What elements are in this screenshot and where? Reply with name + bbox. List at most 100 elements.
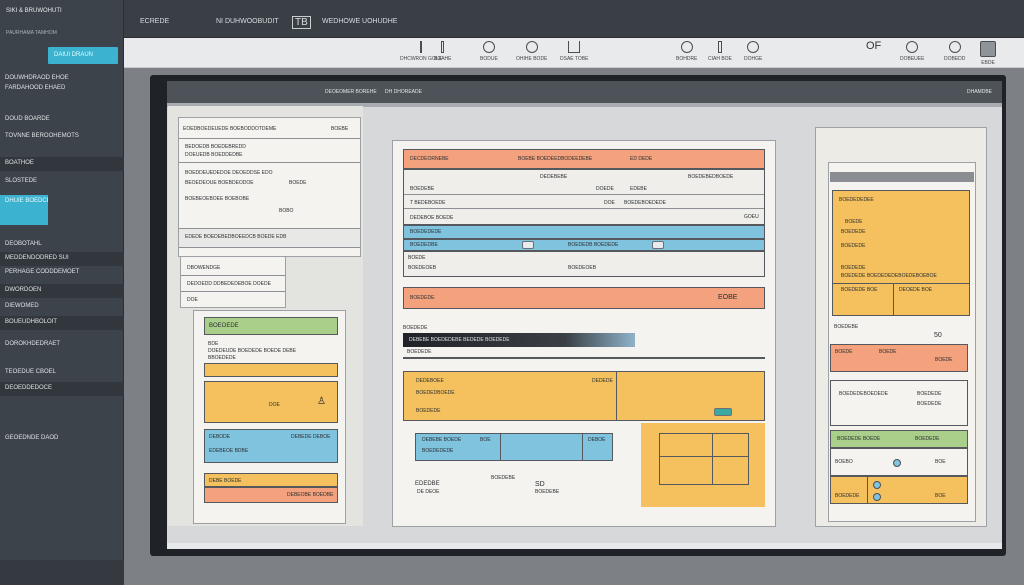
center-doc-blue-table: DEBEBE BOEDE BOE DEBOE BOEDEDEDE <box>415 433 613 461</box>
center-doc-y4: BOEDEDE <box>416 408 441 414</box>
left-card-l3: BBOEDEDE <box>208 355 236 361</box>
left-card-amount: DOE <box>269 402 280 408</box>
sidebar-item[interactable]: DEOEDDEDOCE <box>0 382 124 396</box>
center-doc-yellow-box <box>659 433 749 485</box>
right-doc-yy1: BOEDEDE <box>835 493 860 499</box>
sidebar-item[interactable]: MEDDENDODRED SUI <box>0 252 124 266</box>
status-dot <box>873 481 881 489</box>
tab-wed[interactable]: WEDHOWE UOHUDHE <box>322 18 397 25</box>
screen-header-sub: DH DHOREADE <box>385 89 422 95</box>
sidebar-item[interactable]: BOATHOE <box>0 157 124 171</box>
center-doc: DECDEORNEBE BOEBE BOEDEEDBODEEDEBE ED DE… <box>392 140 776 527</box>
toolbar-item[interactable]: DSAE TOBE <box>560 41 588 62</box>
toolbar-item[interactable]: OHIHE BODE <box>516 41 547 62</box>
right-doc-green: BOEDEDE BOEDE BOEDEDE <box>830 430 968 448</box>
right-doc-y6: BOEDEDE BOE <box>841 287 878 293</box>
toolbar-item[interactable]: EBDE <box>980 41 996 66</box>
screen-header-title: DEOEOMER BOREHE <box>325 89 377 95</box>
right-doc: BOEDEDEDEE BOEDE BOEDEDE BOEDEDE BOEDEDE… <box>815 127 987 527</box>
sidebar-item[interactable]: DEOBOTAHL <box>0 238 124 252</box>
center-doc-b5: BOEDEOEB <box>408 265 437 271</box>
toolbar-item[interactable]: CIAH BOE <box>708 41 732 62</box>
center-doc-f3: SD <box>535 481 545 488</box>
toolbar-item[interactable]: DOBEDD <box>944 41 965 62</box>
left-doc-sub: DBOWENDGE DEDOEDD DDBEDEDEBOE DOEDE DOE <box>180 256 286 308</box>
left-doc-s2: DOEUEDB BOEDDEDBE <box>185 152 243 158</box>
center-doc-f4: DE DEOE <box>417 489 440 495</box>
grid-icon <box>980 41 996 57</box>
center-doc-r2b: BOEDEBEDBOEDE <box>688 174 734 180</box>
left-doc-s5: BOEBEOEBOEE BOEBOBE <box>185 196 250 202</box>
sidebar-item[interactable]: GEOEDNDE DAOD <box>0 432 124 446</box>
bookmark-icon <box>441 41 445 53</box>
right-doc-o3: BOEDE <box>935 357 953 363</box>
left-card-yellow2: DOE ♙ <box>204 381 338 423</box>
status-pill[interactable] <box>714 408 732 416</box>
sidebar-item[interactable]: DIEWOMED <box>0 300 124 314</box>
right-doc-yy2: BOE <box>935 493 946 499</box>
toolbar-item[interactable]: BOAHE <box>434 41 452 62</box>
left-card-orange: DEBEOBE BOEDBE <box>204 487 338 503</box>
cloud-icon <box>482 41 495 53</box>
toggle-pill[interactable] <box>652 241 664 249</box>
center-doc-darkbar: DEBEBE BOEDEDEBE BEDEDE BOEDEDE <box>403 333 635 347</box>
right-doc-gr2: BOEDEDE <box>915 436 940 442</box>
sidebar-item[interactable]: FARDAHOOD EHAED <box>0 82 124 96</box>
center-doc-b4: BOEDE <box>408 255 426 261</box>
left-card-title: BOEOEDE <box>209 323 239 329</box>
sidebar-item[interactable]: PERHAGE CODDDEMOET <box>0 266 124 280</box>
toggle-pill[interactable] <box>522 241 534 249</box>
toolbar-item[interactable]: DOBEUEE <box>900 41 924 62</box>
center-doc-h1: DECDEORNEBE <box>410 156 449 162</box>
sidebar-item[interactable]: BOUEUDHBOLOIT <box>0 316 124 330</box>
toolbar-item[interactable]: OF <box>866 40 881 52</box>
sidebar-item[interactable]: SLOSTEDE <box>0 175 124 189</box>
center-doc-r1a: DEDEBEBE <box>540 174 568 180</box>
screen-header: DEOEOMER BOREHE DH DHOREADE DHAMDBE <box>167 81 1002 103</box>
sidebar-item[interactable]: TEOEDUE CBOEL <box>0 366 124 380</box>
status-dot <box>873 493 881 501</box>
clock-icon <box>948 41 961 53</box>
center-doc-yellow: DEDEBOEE DEDEDE BOEDEDBOEDE BOEDEDE <box>403 371 765 421</box>
left-doc-s7: DEDOEDD DDBEDEDEBOE DOEDE <box>187 281 271 287</box>
right-doc-yellow2: BOEDEDE BOE <box>830 476 968 504</box>
toolbar-item[interactable]: BOHDRE <box>676 41 697 62</box>
left-card-yellow3: DEBE BOEDE <box>204 473 338 487</box>
left-card-blue2: DEBEDE DEBOE <box>291 434 331 440</box>
compass-icon <box>717 41 722 53</box>
sidebar-primary-button[interactable]: DAIUI DRAUN <box>48 47 118 64</box>
left-doc-title: EOEDBOEDEUEDE BOEBODDOTDEME <box>183 126 277 132</box>
lock-icon <box>680 41 693 53</box>
right-doc-yellow: BOEDEDEDEE BOEDE BOEDEDE BOEDEDE BOEDEDE… <box>832 190 970 316</box>
tab-ecrede[interactable]: ECREDE <box>140 18 169 25</box>
left-doc-corner: BOEBE <box>331 126 349 132</box>
sidebar-item-active[interactable]: DHUIE BOEDCBE <box>0 195 48 225</box>
center-doc-row: BOEDE BOEDEOEB BOEDEOEB <box>403 251 765 277</box>
toolbar-item[interactable]: BODUE <box>480 41 498 62</box>
center-doc-blue2: BOEDEDBE BOEDEDB BOEDEDE <box>403 239 765 251</box>
left-doc-s6: DBOWENDGE <box>187 265 221 271</box>
left-card-l1: BDE <box>208 341 219 347</box>
right-doc-row: BOEBO BOE <box>830 448 968 476</box>
center-doc-f2: BOEDEBE <box>491 475 516 481</box>
sidebar-item[interactable]: DWORDOEN <box>0 284 124 298</box>
status-dot <box>893 459 901 467</box>
center-doc-r1c: DOEDE <box>596 186 614 192</box>
tab-ni[interactable]: NI DUHWOOBUDIT <box>216 18 279 25</box>
right-doc-y2: BOEDEDE <box>841 229 866 235</box>
sidebar-item[interactable]: DOROKHDEDRAET <box>0 338 124 352</box>
center-doc-ob: BOEDEDE <box>410 295 435 301</box>
settings-icon <box>525 41 538 53</box>
right-doc-topbar <box>830 172 974 182</box>
center-doc-h2: BOEBE BOEDEEDBODEEDEBE <box>518 156 593 162</box>
sidebar-item[interactable]: TOVNNE BEROOHEMOTS <box>0 130 124 144</box>
center-doc-t1: DEBEBE BOEDE <box>422 437 462 443</box>
toolbar-item[interactable]: DOHGE <box>744 41 762 62</box>
sidebar-item[interactable]: DOUD BOARDE <box>0 113 124 127</box>
left-card-blue3: EDEBEOE BDBE <box>209 448 249 454</box>
right-doc-o1: BOEDE <box>835 349 853 355</box>
left-doc: EOEDBOEDEUEDE BOEBODDOTDEME BOEBE BEDOED… <box>178 117 361 257</box>
center-doc-r4: BOEDEDE <box>403 325 428 331</box>
center-doc-dk: DEBEBE BOEDEDEBE BEDEDE BOEDEDE <box>409 337 510 343</box>
right-doc-b1: BOEBO <box>835 459 853 465</box>
